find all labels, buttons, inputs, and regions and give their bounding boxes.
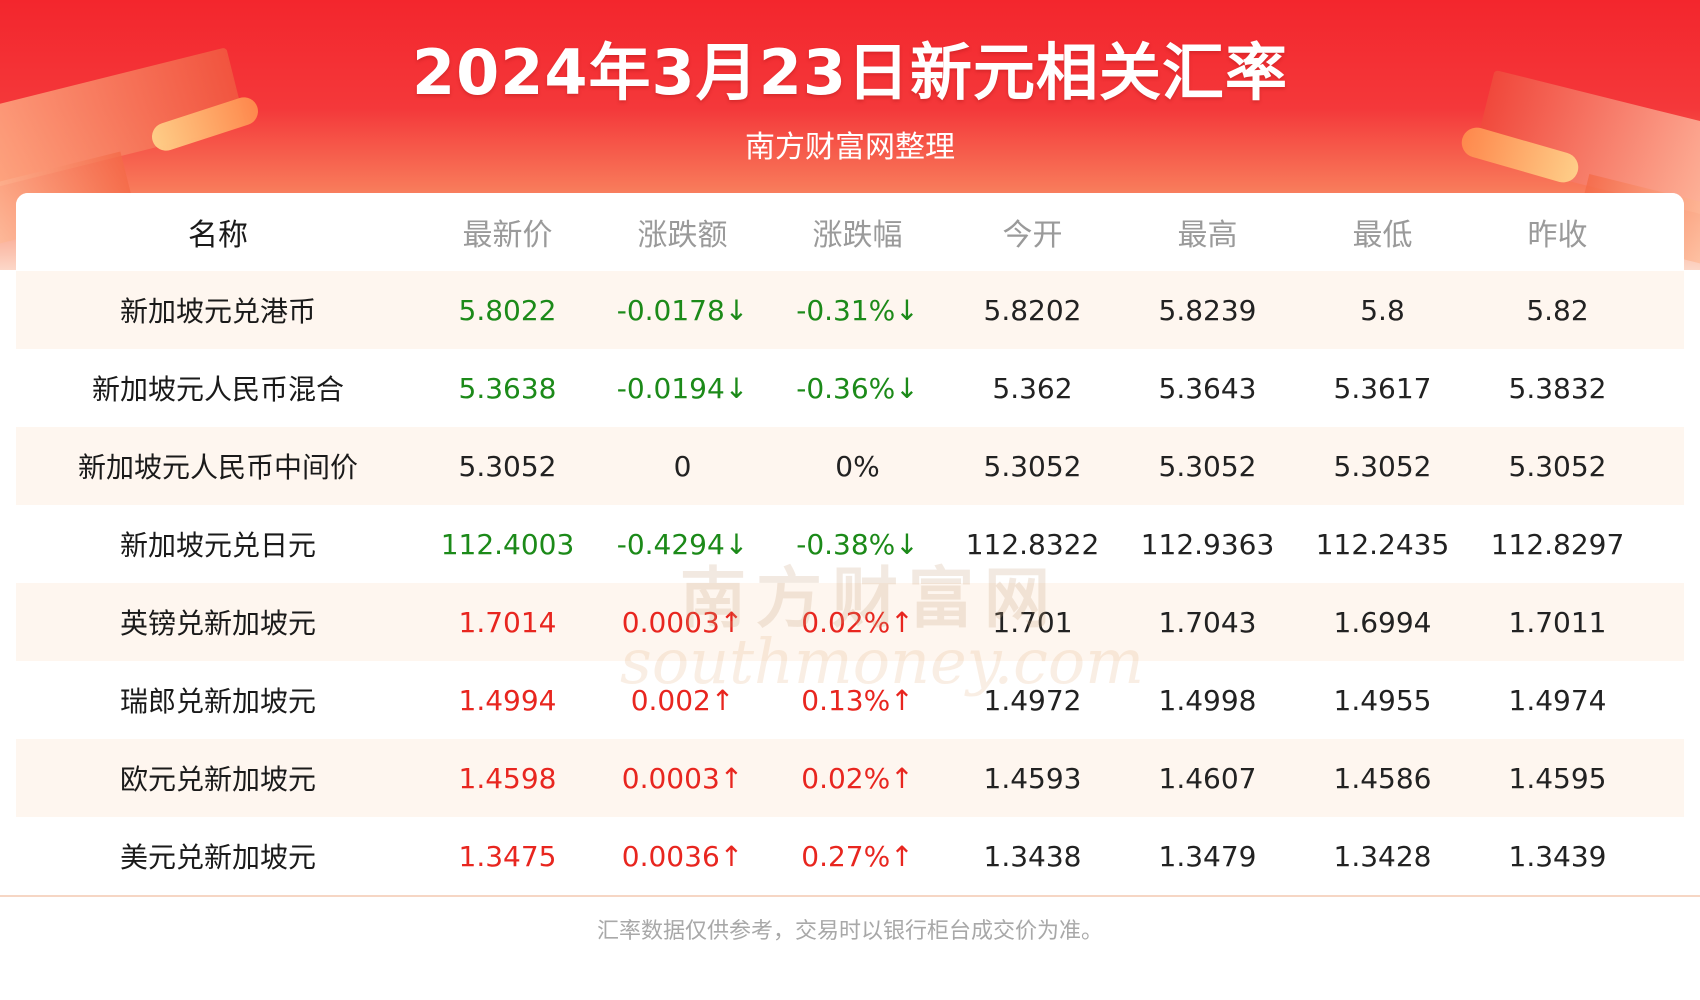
row-latest: 5.3638	[458, 371, 557, 405]
row-low: 1.6994	[1333, 605, 1432, 639]
row-high: 1.4998	[1158, 683, 1257, 717]
column-header-change-pct: 涨跌幅	[812, 218, 903, 253]
row-change-pct: -0.38%↓	[796, 527, 919, 561]
row-latest: 1.4994	[458, 683, 557, 717]
row-latest: 1.3475	[458, 839, 557, 873]
table-row: 美元兑新加坡元 1.3475 0.0036↑ 0.27%↑ 1.3438 1.3479 1.…	[16, 817, 1684, 895]
row-high: 5.3052	[1158, 449, 1257, 483]
column-header-prev-close: 昨收	[1527, 218, 1588, 253]
table-row: 新加坡元人民币混合 5.3638 -0.0194↓ -0.36%↓ 5.362 5.364…	[16, 349, 1684, 427]
row-high: 1.7043	[1158, 605, 1257, 639]
row-change: 0.0036↑	[621, 839, 744, 873]
table-row: 英镑兑新加坡元 1.7014 0.0003↑ 0.02%↑ 1.701 1.7043 1.6…	[16, 583, 1684, 661]
row-prev-close: 112.8297	[1490, 527, 1625, 561]
table-body: 新加坡元兑港币 5.8022 -0.0178↓ -0.31%↓ 5.8202 5.8239…	[16, 271, 1684, 895]
row-low: 112.2435	[1315, 527, 1450, 561]
row-low: 1.4955	[1333, 683, 1432, 717]
row-high: 5.8239	[1158, 293, 1257, 327]
divider	[0, 895, 1700, 897]
row-change: 0.0003↑	[621, 605, 744, 639]
row-prev-close: 1.4595	[1508, 761, 1607, 795]
row-open: 1.4593	[983, 761, 1082, 795]
table-header: 名称 最新价 涨跌额 涨跌幅 今开 最高 最低 昨收	[16, 193, 1684, 271]
column-header-latest: 最新价	[462, 218, 553, 253]
column-header-change: 涨跌额	[637, 218, 728, 253]
row-prev-close: 5.3832	[1508, 371, 1607, 405]
row-open: 112.8322	[965, 527, 1100, 561]
row-latest: 5.3052	[458, 449, 557, 483]
row-name: 新加坡元人民币中间价	[77, 451, 358, 484]
page-subtitle: 南方财富网整理	[745, 130, 955, 165]
row-name: 瑞郎兑新加坡元	[119, 685, 316, 718]
row-high: 112.9363	[1140, 527, 1275, 561]
row-prev-close: 5.82	[1526, 293, 1589, 327]
row-change-pct: -0.31%↓	[796, 293, 919, 327]
row-latest: 1.7014	[458, 605, 557, 639]
row-low: 5.8	[1360, 293, 1405, 327]
row-latest: 1.4598	[458, 761, 557, 795]
table-row: 欧元兑新加坡元 1.4598 0.0003↑ 0.02%↑ 1.4593 1.4607 1.…	[16, 739, 1684, 817]
row-prev-close: 1.3439	[1508, 839, 1607, 873]
row-open: 1.701	[992, 605, 1073, 639]
row-latest: 112.4003	[440, 527, 575, 561]
row-high: 1.3479	[1158, 839, 1257, 873]
column-header-low: 最低	[1352, 218, 1413, 253]
row-change: -0.0178↓	[616, 293, 749, 327]
row-prev-close: 1.7011	[1508, 605, 1607, 639]
row-low: 5.3052	[1333, 449, 1432, 483]
row-prev-close: 1.4974	[1508, 683, 1607, 717]
row-change-pct: 0.02%↑	[801, 761, 914, 795]
table-row: 新加坡元兑港币 5.8022 -0.0178↓ -0.31%↓ 5.8202 5.8239…	[16, 271, 1684, 349]
row-open: 5.8202	[983, 293, 1082, 327]
row-name: 新加坡元人民币混合	[91, 373, 344, 406]
row-latest: 5.8022	[458, 293, 557, 327]
row-open: 1.3438	[983, 839, 1082, 873]
row-change-pct: 0.02%↑	[801, 605, 914, 639]
column-header-open: 今开	[1002, 218, 1063, 253]
row-prev-close: 5.3052	[1508, 449, 1607, 483]
page-title: 2024年3月23日新元相关汇率	[412, 36, 1288, 109]
row-change-pct: 0%	[835, 449, 880, 483]
row-change: -0.4294↓	[616, 527, 749, 561]
table-row: 新加坡元兑日元 112.4003 -0.4294↓ -0.38%↓ 112.8322 11…	[16, 505, 1684, 583]
row-change-pct: 0.27%↑	[801, 839, 914, 873]
row-change-pct: 0.13%↑	[801, 683, 914, 717]
row-change: -0.0194↓	[616, 371, 749, 405]
row-change: 0	[673, 449, 692, 483]
row-name: 英镑兑新加坡元	[119, 607, 316, 640]
row-low: 1.4586	[1333, 761, 1432, 795]
row-change-pct: -0.36%↓	[796, 371, 919, 405]
row-change: 0.0003↑	[621, 761, 744, 795]
row-change: 0.002↑	[630, 683, 735, 717]
column-header-name: 名称	[188, 218, 248, 253]
footer-note: 汇率数据仅供参考，交易时以银行柜台成交价为准。	[596, 919, 1103, 944]
table-row: 新加坡元人民币中间价 5.3052 0 0% 5.3052 5.3052 5.3052 5.3…	[16, 427, 1684, 505]
row-open: 5.362	[992, 371, 1073, 405]
row-low: 1.3428	[1333, 839, 1432, 873]
row-name: 新加坡元兑港币	[119, 295, 316, 328]
row-open: 5.3052	[983, 449, 1082, 483]
table-row: 瑞郎兑新加坡元 1.4994 0.002↑ 0.13%↑ 1.4972 1.4998 1.4…	[16, 661, 1684, 739]
row-name: 美元兑新加坡元	[119, 841, 316, 874]
rates-table-card: 名称 最新价 涨跌额 涨跌幅 今开 最高 最低 昨收 新加坡元兑港币 5.8022…	[16, 193, 1684, 896]
row-name: 欧元兑新加坡元	[119, 763, 316, 796]
row-low: 5.3617	[1333, 371, 1432, 405]
column-header-high: 最高	[1177, 218, 1238, 253]
row-high: 5.3643	[1158, 371, 1257, 405]
row-high: 1.4607	[1158, 761, 1257, 795]
row-open: 1.4972	[983, 683, 1082, 717]
row-name: 新加坡元兑日元	[119, 529, 316, 562]
